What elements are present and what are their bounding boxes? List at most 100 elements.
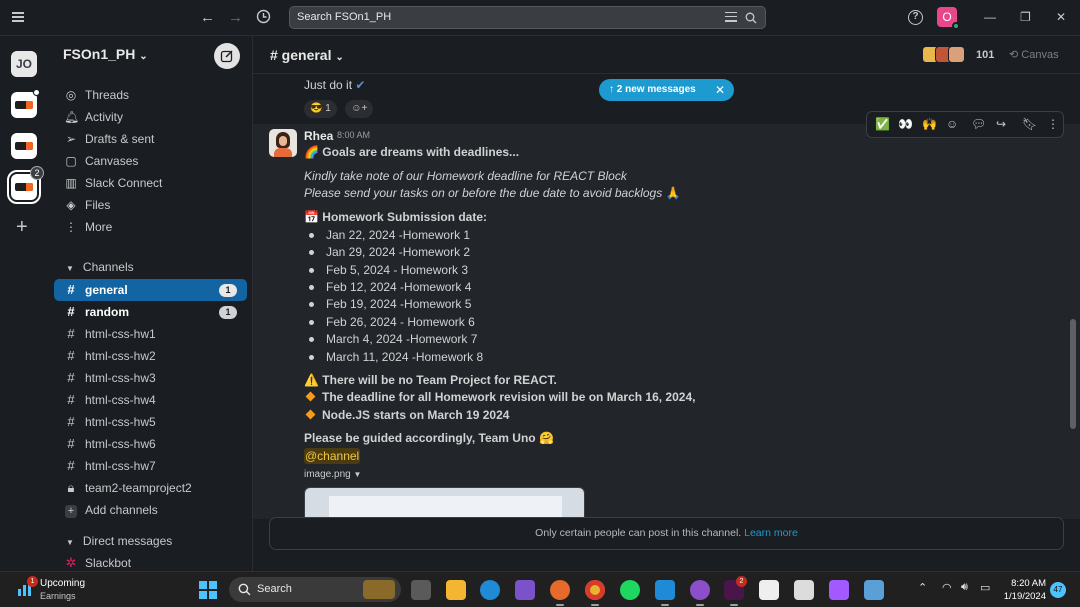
notification-count[interactable]: 47 <box>1050 582 1066 598</box>
channel-title[interactable]: # general ⌄ <box>270 47 344 63</box>
close-icon[interactable]: ✕ <box>715 79 725 101</box>
check-reaction-icon[interactable]: ✅ <box>875 117 890 131</box>
schedule-item: Jan 29, 2024 -Homework 2 <box>326 245 471 259</box>
add-workspace-icon[interactable]: + <box>16 216 28 239</box>
wifi-icon[interactable]: ◠ <box>942 581 952 594</box>
back-arrow-icon[interactable]: ← <box>200 9 215 27</box>
workspace-2[interactable] <box>11 89 40 118</box>
hash-icon: # <box>67 392 75 407</box>
learn-more-link[interactable]: Learn more <box>744 527 798 539</box>
channel-mention[interactable]: @channel <box>304 448 361 464</box>
sidebar-item-threads[interactable]: ◎ Threads <box>64 85 244 105</box>
help-icon[interactable]: ? <box>908 10 923 25</box>
widgets-subtitle: Earnings <box>40 591 76 601</box>
slack-icon[interactable]: 2 <box>724 576 747 606</box>
workspace-3[interactable] <box>11 133 37 159</box>
vscode-icon[interactable] <box>655 580 675 606</box>
share-icon[interactable]: ↪ <box>996 117 1006 131</box>
add-channels-button[interactable]: + Add channels <box>54 499 247 521</box>
canvas-button[interactable]: ⟲ Canvas <box>1009 48 1059 61</box>
sidebar-item-more[interactable]: ⋮ More <box>64 217 244 237</box>
channel-team2-teamproject2[interactable]: 🔒︎ team2-teamproject2 <box>54 477 247 499</box>
channel-general[interactable]: # general 1 <box>54 279 247 301</box>
taskbar-clock[interactable]: 8:20 AM 1/19/2024 <box>1002 577 1046 603</box>
bookmark-icon[interactable]: 🔖︎ <box>1022 117 1037 131</box>
workspace-jo[interactable]: JO <box>11 51 37 77</box>
taskbar-search[interactable]: Search <box>229 577 401 602</box>
windows-start-icon[interactable] <box>199 581 217 599</box>
reaction-pill[interactable]: 😎 1 <box>304 100 337 118</box>
calendar-icon[interactable] <box>794 580 814 600</box>
visual-studio-icon[interactable] <box>515 580 535 600</box>
add-reaction-button[interactable]: ☺︎+ <box>345 100 374 118</box>
raised-hands-icon[interactable]: 🙌 <box>922 117 937 131</box>
bullet <box>309 302 314 307</box>
message-author[interactable]: Rhea <box>304 129 333 143</box>
forward-arrow-icon[interactable]: → <box>228 9 243 27</box>
filter-icon[interactable] <box>725 12 737 23</box>
schedule-item: Feb 5, 2024 - Homework 3 <box>326 263 469 277</box>
hugging-emoji: 🤗 <box>538 431 554 445</box>
add-reaction-icon[interactable]: ☺︎ <box>946 117 958 131</box>
history-icon[interactable] <box>256 9 271 29</box>
restore-icon[interactable]: ❐ <box>1020 10 1031 24</box>
scrollbar[interactable] <box>1070 319 1076 429</box>
channel-html-css-hw4[interactable]: # html-css-hw4 <box>54 389 247 411</box>
channel-html-css-hw6[interactable]: # html-css-hw6 <box>54 433 247 455</box>
warning-emoji: ⚠️ <box>304 373 319 387</box>
sidebar-item-files[interactable]: ◈ Files <box>64 195 244 215</box>
github-desktop-icon[interactable] <box>690 580 710 606</box>
slack-badge: 2 <box>736 576 747 587</box>
edge-icon[interactable] <box>480 580 500 600</box>
battery-icon[interactable]: ▭ <box>980 581 990 594</box>
notepad-icon[interactable] <box>864 580 884 600</box>
search-icon[interactable] <box>745 11 757 24</box>
chrome-icon[interactable] <box>585 580 605 606</box>
file-explorer-icon[interactable] <box>446 580 466 600</box>
attachment-name[interactable]: image.png ▼ <box>304 469 361 480</box>
channel-html-css-hw2[interactable]: # html-css-hw2 <box>54 345 247 367</box>
channel-html-css-hw7[interactable]: # html-css-hw7 <box>54 455 247 477</box>
schedule-item: March 11, 2024 -Homework 8 <box>326 350 484 364</box>
menu-icon[interactable] <box>12 12 24 22</box>
show-hidden-icons[interactable]: ⌃ <box>918 581 927 594</box>
search-input[interactable]: Search FSOn1_PH <box>289 6 766 29</box>
task-view-icon[interactable] <box>411 580 431 600</box>
canvas-icon: ⟲ <box>1009 49 1019 61</box>
message-time[interactable]: 8:00 AM <box>337 130 370 140</box>
author-avatar[interactable] <box>269 129 297 157</box>
search-placeholder: Search FSOn1_PH <box>297 11 392 23</box>
dm-slackbot[interactable]: ✲ Slackbot <box>54 552 247 571</box>
close-icon[interactable]: ✕ <box>1056 10 1066 24</box>
schedule-item: Feb 12, 2024 -Homework 4 <box>326 280 472 294</box>
channel-random[interactable]: # random 1 <box>54 301 247 323</box>
new-messages-banner[interactable]: ↑ 2 new messages ✕ <box>599 79 734 101</box>
sidebar-item-drafts[interactable]: ➢ Drafts & sent <box>64 129 244 149</box>
minimize-icon[interactable]: — <box>984 10 996 24</box>
channel-html-css-hw1[interactable]: # html-css-hw1 <box>54 323 247 345</box>
figma-icon[interactable] <box>829 580 849 600</box>
user-avatar[interactable]: O <box>937 7 960 30</box>
channels-section-header[interactable]: ▼ Channels <box>66 257 134 279</box>
sidebar-item-slack-connect[interactable]: ▥ Slack Connect <box>64 173 244 193</box>
online-status-dot <box>952 22 960 30</box>
reply-thread-icon[interactable]: 💬︎ <box>971 117 986 131</box>
channel-html-css-hw3[interactable]: # html-css-hw3 <box>54 367 247 389</box>
new-message-button[interactable] <box>214 43 240 69</box>
sidebar: FSOn1_PH ⌄ ◎ Threads 🔔︎ Activity ➢ Drafts &… <box>48 36 253 571</box>
sidebar-item-canvases[interactable]: ▢ Canvases <box>64 151 244 171</box>
sidebar-item-activity[interactable]: 🔔︎ Activity <box>64 107 244 127</box>
clock-time: 8:20 AM <box>1011 578 1046 589</box>
widgets-title: Upcoming <box>40 578 86 589</box>
spotify-icon[interactable] <box>620 580 640 600</box>
member-count: 101 <box>976 49 995 61</box>
more-actions-icon[interactable]: ⋮ <box>1047 117 1059 131</box>
notion-icon[interactable] <box>759 580 779 600</box>
dm-section-header[interactable]: ▼ Direct messages <box>66 531 172 553</box>
workspace-name[interactable]: FSOn1_PH ⌄ <box>63 46 148 62</box>
firefox-icon[interactable] <box>550 580 570 606</box>
workspace-fson1-ph[interactable]: 2 <box>7 166 44 204</box>
volume-icon[interactable]: 🔊︎ <box>961 581 968 594</box>
channel-html-css-hw5[interactable]: # html-css-hw5 <box>54 411 247 433</box>
eyes-reaction-icon[interactable]: 👀 <box>898 117 913 131</box>
